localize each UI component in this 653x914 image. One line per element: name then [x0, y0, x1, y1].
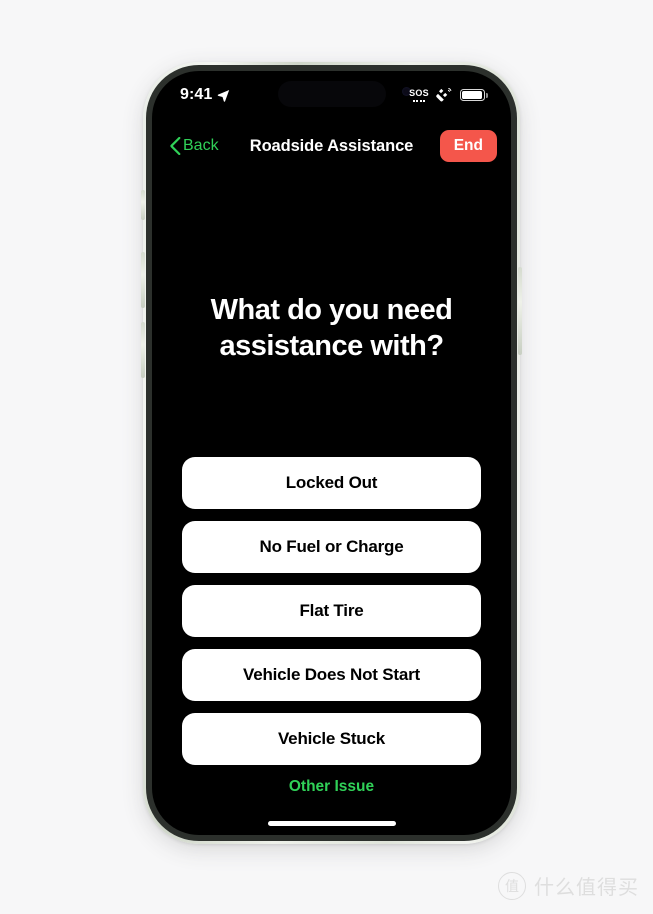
end-button[interactable]: End [439, 130, 497, 162]
status-indicators-group: SOS [409, 87, 488, 103]
status-time-group: 9:41 [180, 86, 230, 104]
main-content: What do you need assistance with? Locked… [152, 169, 511, 835]
watermark-badge-icon: 值 [498, 871, 526, 900]
other-issue-link[interactable]: Other Issue [152, 777, 511, 797]
navigation-bar: Back Roadside Assistance End [152, 123, 511, 169]
back-button[interactable]: Back [164, 133, 225, 159]
watermark: 值 什么值得买 [498, 871, 639, 900]
sos-signal-dots [412, 99, 426, 102]
action-button[interactable] [141, 190, 145, 220]
option-locked-out[interactable]: Locked Out [182, 457, 481, 509]
back-button-label: Back [183, 137, 219, 154]
chevron-left-icon [170, 137, 181, 155]
watermark-text: 什么值得买 [534, 877, 639, 899]
option-no-fuel-or-charge[interactable]: No Fuel or Charge [182, 521, 481, 573]
option-vehicle-does-not-start[interactable]: Vehicle Does Not Start [182, 649, 481, 701]
phone-screen: 9:41 SOS Back Roadside Assistance End Wh… [152, 71, 511, 835]
battery-icon [460, 89, 488, 101]
status-time-label: 9:41 [180, 86, 213, 103]
home-indicator[interactable] [267, 821, 396, 826]
satellite-icon [436, 87, 452, 101]
sos-label: SOS [409, 87, 429, 98]
location-arrow-icon [218, 89, 230, 102]
volume-up-button[interactable] [141, 252, 145, 308]
assistance-options-list: Locked Out No Fuel or Charge Flat Tire V… [182, 457, 481, 765]
battery-fill [462, 91, 482, 99]
power-button[interactable] [518, 267, 522, 355]
option-flat-tire[interactable]: Flat Tire [182, 585, 481, 637]
volume-down-button[interactable] [141, 322, 145, 378]
question-heading: What do you need assistance with? [210, 294, 453, 362]
status-bar: 9:41 SOS [152, 71, 511, 119]
iphone-device: 9:41 SOS Back Roadside Assistance End Wh… [141, 62, 522, 844]
sos-indicator: SOS [409, 87, 429, 102]
option-vehicle-stuck[interactable]: Vehicle Stuck [182, 713, 481, 765]
